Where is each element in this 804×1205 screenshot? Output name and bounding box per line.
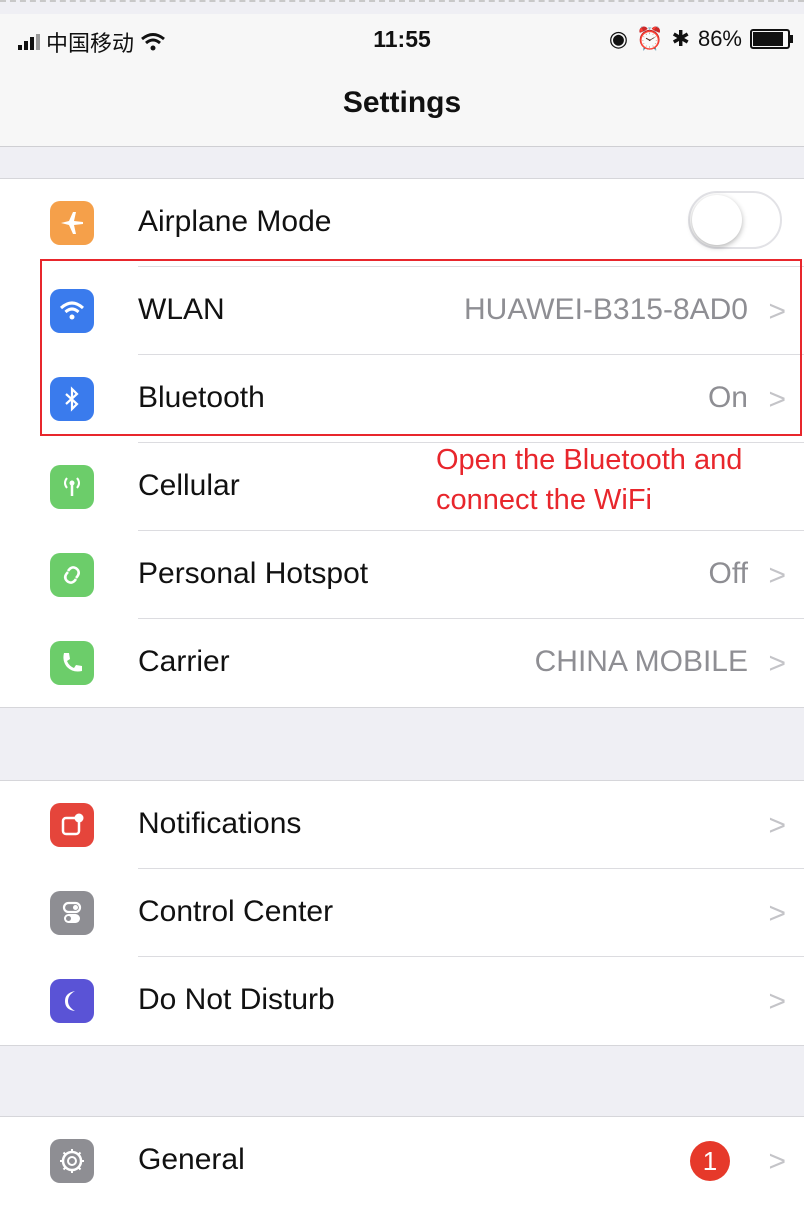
chevron-right-icon: >: [768, 647, 786, 680]
row-label: Notifications: [138, 807, 302, 840]
annotation-line-2: connect the WiFi: [436, 484, 652, 516]
chevron-right-icon: >: [768, 383, 786, 416]
annotation-note: Open the Bluetooth and connect the WiFi: [436, 440, 804, 520]
row-wlan[interactable]: WLAN HUAWEI-B315-8AD0 >: [0, 267, 804, 355]
row-label: Cellular: [138, 469, 240, 502]
row-general[interactable]: General 1 >: [0, 1117, 804, 1205]
control-center-icon: [50, 891, 94, 935]
row-personal-hotspot[interactable]: Personal Hotspot Off >: [0, 531, 804, 619]
row-label: General: [138, 1143, 245, 1176]
row-label: Control Center: [138, 895, 334, 928]
phone-icon: [50, 641, 94, 685]
airplane-icon: [50, 201, 94, 245]
row-bluetooth[interactable]: Bluetooth On >: [0, 355, 804, 443]
settings-group-general: General 1 >: [0, 1116, 804, 1205]
row-label: WLAN: [138, 293, 225, 326]
page-title: Settings: [342, 86, 462, 119]
bluetooth-icon: [50, 377, 94, 421]
bluetooth-status-icon: ✱: [671, 26, 690, 51]
row-airplane-mode[interactable]: Airplane Mode: [0, 179, 804, 267]
row-value: Off: [708, 557, 748, 590]
chevron-right-icon: >: [768, 1145, 786, 1178]
location-icon: ◉: [608, 26, 629, 51]
battery-icon: [750, 29, 793, 49]
chevron-right-icon: >: [768, 559, 786, 592]
row-notifications[interactable]: Notifications >: [0, 781, 804, 869]
nav-bar: Settings: [0, 68, 804, 147]
settings-group-notifications: Notifications > Control Center > Do Not …: [0, 780, 804, 1046]
hotspot-icon: [50, 553, 94, 597]
annotation-line-1: Open the Bluetooth and: [436, 444, 743, 476]
airplane-mode-toggle[interactable]: [688, 191, 782, 249]
row-label: Personal Hotspot: [138, 557, 369, 590]
row-control-center[interactable]: Control Center >: [0, 869, 804, 957]
moon-icon: [50, 979, 94, 1023]
row-carrier[interactable]: Carrier CHINA MOBILE >: [0, 619, 804, 707]
row-value: On: [707, 381, 748, 414]
toggle-knob: [692, 195, 742, 245]
battery-percent: 86%: [697, 26, 742, 51]
notifications-icon: [50, 803, 94, 847]
gear-icon: [50, 1139, 94, 1183]
top-border: [0, 0, 804, 2]
cellular-icon: [50, 465, 94, 509]
row-do-not-disturb[interactable]: Do Not Disturb >: [0, 957, 804, 1045]
wifi-icon: [50, 289, 94, 333]
chevron-right-icon: >: [768, 295, 786, 328]
status-right: ◉ ⏰ ✱ 86%: [608, 26, 793, 52]
row-label: Carrier: [138, 645, 230, 678]
update-badge: 1: [690, 1141, 730, 1181]
row-label: Do Not Disturb: [138, 983, 335, 1016]
alarm-icon: ⏰: [636, 26, 664, 51]
chevron-right-icon: >: [768, 897, 786, 930]
chevron-right-icon: >: [768, 809, 786, 842]
row-label: Airplane Mode: [138, 205, 332, 238]
row-value: HUAWEI-B315-8AD0: [464, 293, 748, 326]
row-label: Bluetooth: [138, 381, 265, 414]
chevron-right-icon: >: [768, 985, 786, 1018]
row-value: CHINA MOBILE: [534, 645, 748, 678]
status-bar: 中国移动 11:55 ◉ ⏰ ✱ 86%: [0, 14, 804, 68]
